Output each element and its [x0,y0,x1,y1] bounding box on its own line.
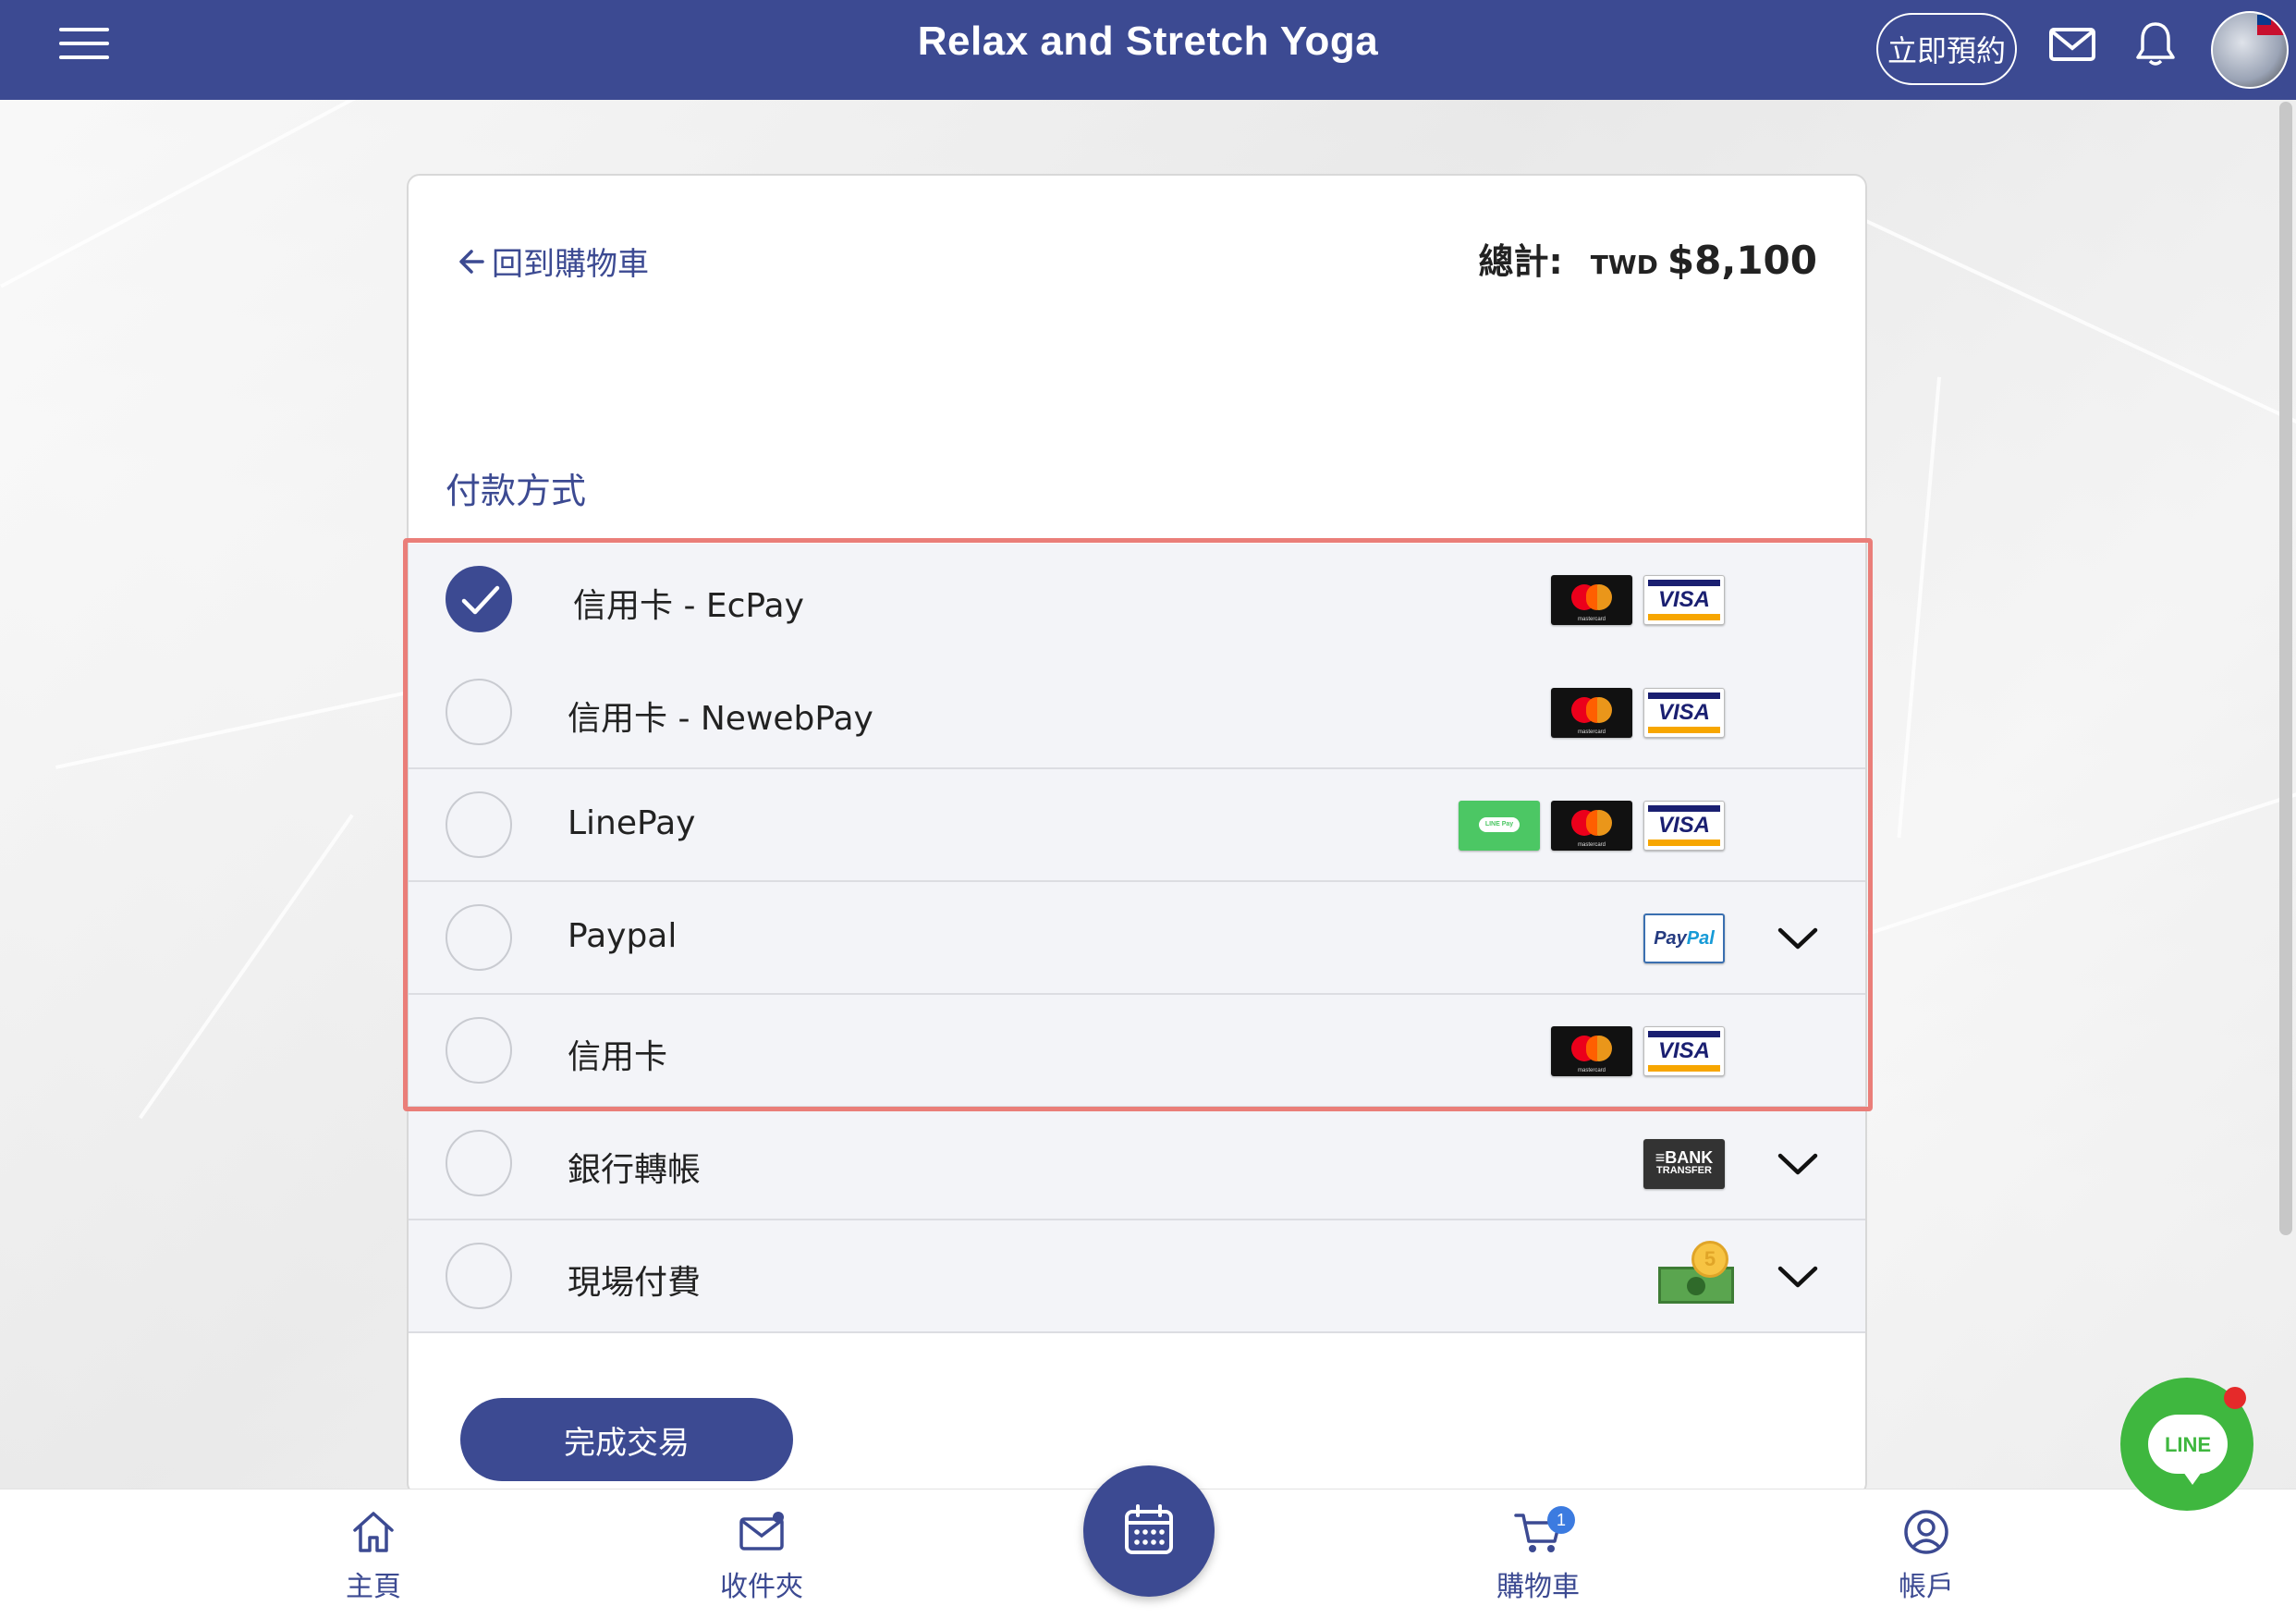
home-icon [353,1512,394,1552]
account-icon [1904,1510,1948,1554]
taiwan-flag-icon [2257,15,2285,35]
radio-unchecked[interactable] [446,1017,512,1084]
radio-unchecked[interactable] [446,1243,512,1309]
mastercard-icon: mastercard [1551,1026,1632,1076]
nav-inbox-label: 收件夾 [720,1571,803,1603]
avatar[interactable] [2211,11,2289,89]
calendar-icon [1125,1504,1173,1554]
payment-option-label: 信用卡 - EcPay [573,587,804,625]
payment-option-linepay[interactable]: LinePay LINE Pay mastercard VISA [409,769,1865,882]
radio-unchecked[interactable] [446,791,512,858]
nav-home-label: 主頁 [346,1571,401,1603]
payment-method-heading: 付款方式 [446,471,587,511]
mail-icon[interactable] [2046,18,2098,70]
inbox-icon [739,1512,784,1551]
scrollbar[interactable] [2279,102,2292,1235]
visa-icon: VISA [1643,801,1725,851]
line-icon: LINE [2148,1415,2228,1485]
radio-checked[interactable] [446,566,512,632]
visa-icon: VISA [1643,688,1725,738]
cash-icon: 5 [1655,1241,1738,1305]
payment-option-label: LinePay [568,804,696,842]
payment-option-pay-on-site[interactable]: 現場付費 5 [409,1220,1865,1333]
bell-icon[interactable] [2130,18,2181,70]
nav-inbox[interactable]: 收件夾 [688,1506,836,1604]
payment-option-label: 現場付費 [568,1264,702,1302]
payment-option-label: 銀行轉帳 [568,1151,702,1189]
mastercard-icon: mastercard [1551,575,1632,625]
top-bar: Relax and Stretch Yoga 立即預約 [0,0,2296,100]
linepay-icon: LINE Pay [1459,801,1540,851]
visa-icon: VISA [1643,575,1725,625]
payment-option-ecpay[interactable]: 信用卡 - EcPay mastercard VISA [409,544,1865,656]
chevron-down-icon[interactable] [1777,925,1819,952]
total-currency: TWD [1590,250,1658,280]
payment-option-newebpay[interactable]: 信用卡 - NewebPay mastercard VISA [409,656,1865,769]
check-icon [461,585,500,615]
arrow-left-icon [459,249,484,274]
book-now-button[interactable]: 立即預約 [1876,13,2017,85]
payment-option-bank-transfer[interactable]: 銀行轉帳 ≡BANK TRANSFER [409,1108,1865,1220]
payment-method-list: 信用卡 - EcPay mastercard VISA 信用卡 - NewebP… [403,538,1873,1333]
checkout-card: 回到購物車 總計: TWD $8,100 付款方式 信用卡 - EcPay ma… [403,174,1873,1496]
radio-unchecked[interactable] [446,904,512,971]
visa-icon: VISA [1643,1026,1725,1076]
radio-unchecked[interactable] [446,679,512,745]
mastercard-icon: mastercard [1551,688,1632,738]
paypal-icon: PayPal [1643,913,1725,963]
radio-unchecked[interactable] [446,1130,512,1196]
mastercard-icon: mastercard [1551,801,1632,851]
total-amount: $8,100 [1667,238,1817,283]
line-chat-label: LINE [2164,1433,2212,1456]
nav-home[interactable]: 主頁 [299,1506,447,1604]
cart-count-badge: 1 [1547,1506,1575,1534]
payment-option-credit-card[interactable]: 信用卡 mastercard VISA [409,995,1865,1108]
total-label: 總計: [1478,241,1563,282]
back-to-cart-link[interactable]: 回到購物車 [455,239,649,284]
nav-cart-label: 購物車 [1496,1571,1580,1603]
bank-transfer-icon: ≡BANK TRANSFER [1643,1139,1725,1189]
payment-option-paypal[interactable]: Paypal PayPal [409,882,1865,995]
order-total: 總計: TWD $8,100 [1478,233,1817,284]
back-to-cart-label: 回到購物車 [492,246,649,283]
payment-option-label: 信用卡 - NewebPay [568,700,873,738]
nav-account-label: 帳戶 [1899,1571,1954,1603]
chevron-down-icon[interactable] [1777,1263,1819,1291]
notification-dot [2224,1387,2246,1409]
chevron-down-icon[interactable] [1777,1150,1819,1178]
payment-option-label: 信用卡 [568,1038,668,1076]
nav-cart[interactable]: 1 購物車 [1464,1506,1612,1604]
nav-account[interactable]: 帳戶 [1852,1506,2000,1604]
calendar-button[interactable] [1083,1465,1215,1597]
complete-transaction-button[interactable]: 完成交易 [460,1398,793,1481]
payment-option-label: Paypal [568,917,678,955]
